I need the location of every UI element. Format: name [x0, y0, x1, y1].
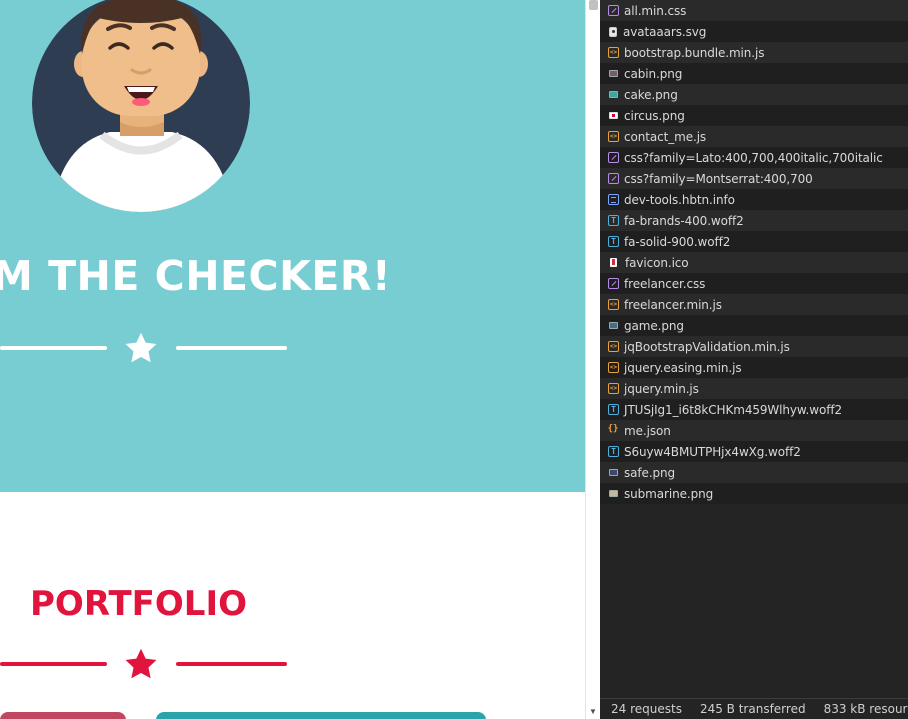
css-file-icon	[608, 173, 619, 184]
request-row[interactable]: game.png	[600, 315, 908, 336]
css-file-icon	[608, 152, 619, 163]
request-name: JTUSjIg1_i6t8kCHKm459Wlhyw.woff2	[624, 402, 842, 417]
json-file-icon	[607, 425, 619, 436]
img-file-icon	[609, 490, 618, 497]
js-file-icon	[608, 341, 619, 352]
request-name: bootstrap.bundle.min.js	[624, 45, 765, 60]
divider-line-left	[0, 346, 107, 350]
divider-line-right	[176, 346, 287, 350]
request-row[interactable]: fa-solid-900.woff2	[600, 231, 908, 252]
request-row[interactable]: circus.png	[600, 105, 908, 126]
network-status-bar: 24 requests 245 B transferred 833 kB res…	[600, 698, 908, 719]
request-row[interactable]: jquery.min.js	[600, 378, 908, 399]
portfolio-heading: PORTFOLIO	[30, 584, 248, 624]
request-name: submarine.png	[624, 486, 714, 501]
star-icon	[125, 648, 157, 679]
svgimg-file-icon	[609, 26, 617, 37]
request-row[interactable]: cabin.png	[600, 63, 908, 84]
portfolio-item-card[interactable]	[156, 712, 486, 719]
css-file-icon	[608, 278, 619, 289]
request-row[interactable]: all.min.css	[600, 0, 908, 21]
img-file-icon	[609, 322, 618, 329]
request-row[interactable]: jqBootstrapValidation.min.js	[600, 336, 908, 357]
page-scrollbar[interactable]: ▼	[585, 0, 600, 719]
masthead: M THE CHECKER!	[0, 0, 585, 492]
request-name: freelancer.css	[624, 276, 706, 291]
scroll-down-arrow-icon[interactable]: ▼	[586, 707, 600, 717]
request-row[interactable]: dev-tools.hbtn.info	[600, 189, 908, 210]
request-name: fa-solid-900.woff2	[624, 234, 731, 249]
css-file-icon	[608, 5, 619, 16]
request-row[interactable]: favicon.ico	[600, 252, 908, 273]
img-file-icon	[609, 70, 618, 77]
request-row[interactable]: submarine.png	[600, 483, 908, 504]
img-file-icon	[609, 112, 618, 119]
js-file-icon	[608, 47, 619, 58]
request-name: css?family=Lato:400,700,400italic,700ita…	[624, 150, 883, 165]
resources-size: 833 kB resources	[823, 702, 908, 716]
font-file-icon	[608, 404, 619, 415]
request-name: all.min.css	[624, 3, 687, 18]
star-icon	[125, 332, 157, 363]
request-name: freelancer.min.js	[624, 297, 722, 312]
ico-file-icon	[610, 258, 617, 267]
request-row[interactable]: avataaars.svg	[600, 21, 908, 42]
divider-line-right	[176, 662, 287, 666]
request-row[interactable]: contact_me.js	[600, 126, 908, 147]
portfolio-item-card[interactable]	[0, 712, 126, 719]
request-name: dev-tools.hbtn.info	[624, 192, 735, 207]
request-name: jquery.easing.min.js	[624, 360, 742, 375]
request-name: contact_me.js	[624, 129, 707, 144]
request-row[interactable]: css?family=Montserrat:400,700	[600, 168, 908, 189]
font-file-icon	[608, 446, 619, 457]
masthead-divider	[0, 330, 290, 366]
img-file-icon	[609, 91, 618, 98]
request-row[interactable]: jquery.easing.min.js	[600, 357, 908, 378]
avatar	[32, 0, 250, 212]
request-row[interactable]: bootstrap.bundle.min.js	[600, 42, 908, 63]
js-file-icon	[608, 383, 619, 394]
font-file-icon	[608, 236, 619, 247]
request-name: game.png	[624, 318, 684, 333]
request-name: fa-brands-400.woff2	[624, 213, 744, 228]
request-row[interactable]: JTUSjIg1_i6t8kCHKm459Wlhyw.woff2	[600, 399, 908, 420]
request-name: safe.png	[624, 465, 676, 480]
request-count: 24 requests	[611, 702, 682, 716]
divider-line-left	[0, 662, 107, 666]
request-row[interactable]: css?family=Lato:400,700,400italic,700ita…	[600, 147, 908, 168]
js-file-icon	[608, 299, 619, 310]
transferred-size: 245 B transferred	[699, 702, 806, 716]
portfolio-divider	[0, 646, 290, 682]
js-file-icon	[608, 362, 619, 373]
request-list: all.min.css avataaars.svg bootstrap.bundle…	[600, 0, 908, 504]
request-name: S6uyw4BMUTPHjx4wXg.woff2	[624, 444, 801, 459]
doc-file-icon	[608, 194, 619, 205]
request-name: jqBootstrapValidation.min.js	[624, 339, 790, 354]
js-file-icon	[608, 131, 619, 142]
masthead-title: M THE CHECKER!	[0, 252, 392, 300]
request-row[interactable]: safe.png	[600, 462, 908, 483]
request-name: jquery.min.js	[624, 381, 699, 396]
request-name: favicon.ico	[625, 255, 689, 270]
request-name: css?family=Montserrat:400,700	[624, 171, 813, 186]
devtools-network-panel: all.min.css avataaars.svg bootstrap.bundle…	[600, 0, 908, 719]
request-row[interactable]: freelancer.css	[600, 273, 908, 294]
request-row[interactable]: freelancer.min.js	[600, 294, 908, 315]
request-name: me.json	[624, 423, 671, 438]
request-row[interactable]: fa-brands-400.woff2	[600, 210, 908, 231]
page-viewport: M THE CHECKER! PORTFOLIO	[0, 0, 585, 719]
request-name: cake.png	[624, 87, 678, 102]
font-file-icon	[608, 215, 619, 226]
request-name: avataaars.svg	[623, 24, 707, 39]
scrollbar-thumb[interactable]	[589, 0, 598, 10]
request-row[interactable]: me.json	[600, 420, 908, 441]
request-row[interactable]: S6uyw4BMUTPHjx4wXg.woff2	[600, 441, 908, 462]
img-file-icon	[609, 469, 618, 476]
request-name: cabin.png	[624, 66, 683, 81]
request-row[interactable]: cake.png	[600, 84, 908, 105]
request-name: circus.png	[624, 108, 685, 123]
